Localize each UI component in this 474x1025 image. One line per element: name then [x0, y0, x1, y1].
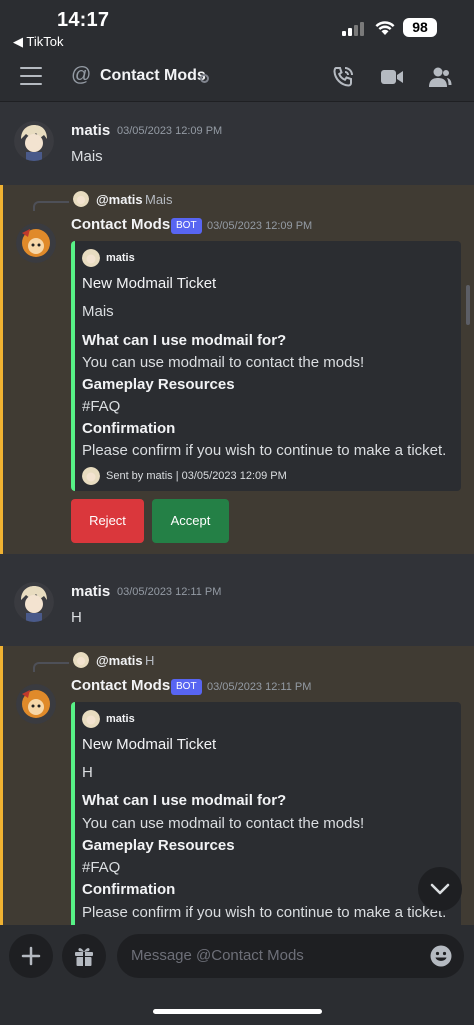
wifi-icon [375, 21, 395, 35]
reject-button[interactable]: Reject [71, 499, 144, 543]
message-item: matis 03/05/2023 12:09 PM Mais [0, 103, 474, 185]
embed-footer-avatar [82, 467, 100, 485]
home-indicator [153, 1009, 322, 1014]
embed-title: New Modmail Ticket [82, 275, 217, 292]
reply-author[interactable]: @matis [96, 192, 143, 207]
reply-avatar [73, 652, 89, 668]
members-icon[interactable] [428, 65, 452, 89]
message-timestamp: 03/05/2023 12:11 PM [207, 681, 312, 693]
top-navigation: @ Contact Mods [0, 56, 474, 102]
reply-avatar [73, 191, 89, 207]
embed-field-value: Please confirm if you wish to continue t… [82, 442, 447, 459]
add-attachment-button[interactable] [9, 934, 53, 978]
embed-field-name: What can I use modmail for? [82, 332, 287, 349]
plus-icon [21, 946, 41, 966]
message-list[interactable]: matis 03/05/2023 12:09 PM Mais @matis Ma… [0, 103, 474, 925]
voice-call-icon[interactable] [331, 65, 355, 89]
reply-connector [33, 662, 69, 672]
offline-status-icon [200, 74, 209, 83]
embed-field-name: Gameplay Resources [82, 837, 235, 854]
embed-field-value: You can use modmail to contact the mods! [82, 354, 365, 371]
avatar[interactable] [14, 121, 54, 161]
embed-description: H [82, 764, 93, 781]
gift-icon [75, 948, 93, 966]
message-item-bot: @matis Mais Contact Mods BOT 03/05/2023 … [0, 185, 474, 554]
reply-text[interactable]: H [145, 653, 154, 668]
embed-author: matis [106, 252, 135, 264]
bot-badge: BOT [171, 218, 202, 234]
message-item-bot: @matis H Contact Mods BOT 03/05/2023 12:… [0, 646, 474, 925]
message-input[interactable]: Message @Contact Mods [117, 934, 464, 978]
message-timestamp: 03/05/2023 12:09 PM [207, 220, 313, 232]
embed-author: matis [106, 713, 135, 725]
faq-channel-link[interactable]: #FAQ [82, 859, 120, 876]
embed-field-name: Confirmation [82, 420, 176, 437]
message-timestamp: 03/05/2023 12:09 PM [117, 125, 223, 137]
embed-field-value: Please confirm if you wish to continue t… [82, 904, 447, 921]
embed-description: Mais [82, 303, 114, 320]
accept-button[interactable]: Accept [152, 499, 229, 543]
embed-author-avatar [82, 249, 100, 267]
reply-connector [33, 201, 69, 211]
modmail-embed: matis New Modmail Ticket Mais What can I… [71, 241, 461, 491]
embed-field-value: You can use modmail to contact the mods! [82, 815, 365, 832]
embed-title: New Modmail Ticket [82, 736, 217, 753]
avatar[interactable] [14, 582, 54, 622]
reply-author[interactable]: @matis [96, 653, 143, 668]
at-sign-icon: @ [71, 64, 92, 86]
embed-field-name: What can I use modmail for? [82, 792, 287, 809]
reply-text[interactable]: Mais [145, 192, 172, 207]
embed-author-avatar [82, 710, 100, 728]
chevron-down-icon [430, 883, 450, 895]
embed-field-name: Confirmation [82, 881, 176, 898]
emoji-icon[interactable] [430, 945, 452, 967]
message-author[interactable]: Contact Mods [71, 216, 170, 233]
message-composer: Message @Contact Mods [0, 925, 474, 1025]
status-bar: 14:17 ◀ TikTok 98 [0, 0, 474, 56]
video-call-icon[interactable] [380, 67, 404, 87]
gift-button[interactable] [62, 934, 106, 978]
message-item: matis 03/05/2023 12:11 PM H [0, 554, 474, 646]
jump-to-latest-button[interactable] [418, 867, 462, 911]
message-author[interactable]: matis [71, 583, 110, 600]
bot-badge: BOT [171, 679, 202, 695]
faq-channel-link[interactable]: #FAQ [82, 398, 120, 415]
back-to-app-link[interactable]: ◀ TikTok [13, 34, 63, 50]
modmail-embed: matis New Modmail Ticket H What can I us… [71, 702, 461, 925]
channel-title[interactable]: Contact Mods [100, 67, 206, 85]
battery-indicator: 98 [403, 18, 437, 37]
message-content: Mais [71, 148, 103, 165]
embed-footer: Sent by matis | 03/05/2023 12:09 PM [106, 470, 287, 482]
message-author[interactable]: Contact Mods [71, 677, 170, 694]
bot-avatar[interactable] [16, 684, 56, 724]
message-timestamp: 03/05/2023 12:11 PM [117, 586, 222, 598]
message-content: H [71, 609, 82, 626]
embed-field-name: Gameplay Resources [82, 376, 235, 393]
bot-avatar[interactable] [16, 223, 56, 263]
message-author[interactable]: matis [71, 122, 110, 139]
scrollbar-thumb[interactable] [466, 285, 470, 325]
message-input-placeholder: Message @Contact Mods [131, 947, 304, 964]
cellular-signal-icon [342, 22, 364, 36]
hamburger-menu-icon[interactable] [20, 67, 42, 85]
status-time: 14:17 [57, 9, 110, 31]
